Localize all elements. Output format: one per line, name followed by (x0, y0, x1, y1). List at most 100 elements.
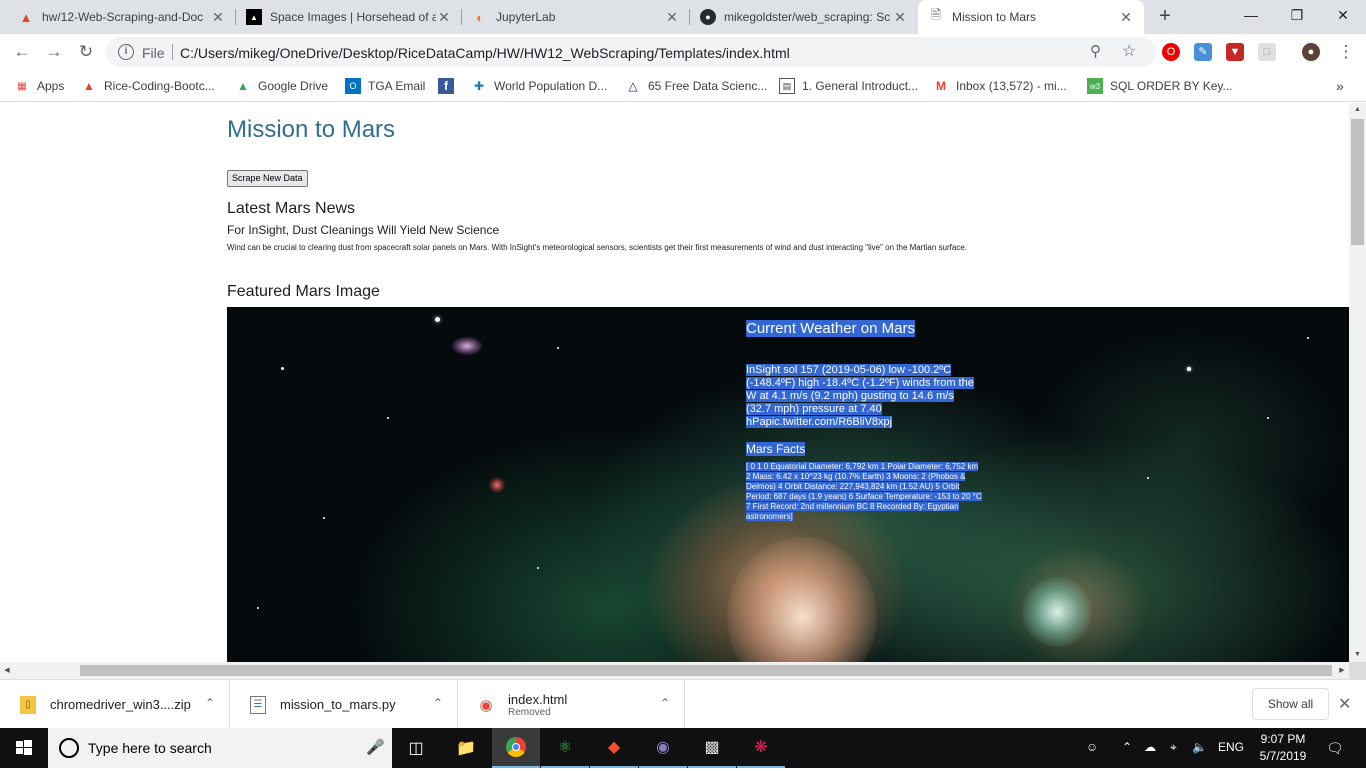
url-text[interactable]: C:/Users/mikeg/OneDrive/Desktop/RiceData… (180, 45, 790, 61)
taskbar-search[interactable]: Type here to search 🎤 (48, 728, 392, 768)
scroll-up-icon[interactable]: ▲ (1349, 103, 1366, 117)
news-heading: Latest Mars News (227, 200, 356, 217)
show-all-button[interactable]: Show all (1252, 688, 1329, 720)
slack-icon[interactable]: ❋ (737, 728, 785, 768)
terminal-icon[interactable]: ▩ (688, 728, 736, 768)
bookmark-rice-coding[interactable]: ▲ Rice-Coding-Bootc... (81, 76, 215, 96)
wifi-icon[interactable]: ⌖ (1170, 740, 1177, 755)
flask-icon: △ (628, 79, 638, 93)
forward-button[interactable]: → (42, 40, 66, 64)
cortana-icon (59, 738, 79, 758)
tab-title: Mission to Mars (952, 10, 1037, 24)
bookmark-label: SQL ORDER BY Key... (1110, 79, 1233, 93)
chevron-up-icon[interactable]: ⌃ (660, 696, 670, 710)
zoom-icon[interactable]: ⚲ (1090, 42, 1101, 60)
scrape-new-data-button[interactable]: Scrape New Data (227, 170, 308, 187)
download-item[interactable]: ☰ mission_to_mars.py ⌃ (230, 680, 458, 729)
jpl-icon: ▲ (246, 9, 262, 25)
profile-avatar[interactable]: ● (1302, 43, 1320, 61)
tab-jupyterlab[interactable]: ◐ JupyterLab ✕ (462, 0, 690, 34)
python-file-icon: ☰ (250, 695, 266, 714)
chrome-taskbar-icon[interactable] (492, 728, 540, 768)
bookmark-apps[interactable]: ▦ Apps (14, 76, 64, 96)
address-bar[interactable]: i File C:/Users/mikeg/OneDrive/Desktop/R… (106, 37, 1156, 67)
close-icon[interactable]: ✕ (1118, 9, 1134, 26)
bookmark-data-science[interactable]: △ 65 Free Data Scienc... (625, 76, 767, 96)
search-placeholder: Type here to search (88, 740, 212, 756)
extension-icon[interactable]: ✎ (1194, 43, 1212, 61)
pocket-extension-icon[interactable]: ▼ (1226, 43, 1244, 61)
tab-space-images[interactable]: ▲ Space Images | Horsehead of a ✕ (236, 0, 462, 34)
new-tab-button[interactable]: + (1153, 5, 1177, 29)
vertical-scroll-thumb[interactable] (1351, 119, 1364, 245)
chevron-up-icon[interactable]: ⌃ (1122, 740, 1132, 754)
tab-github[interactable]: ● mikegoldster/web_scraping: Sc ✕ (690, 0, 918, 34)
close-icon[interactable]: ✕ (892, 9, 908, 26)
tab-gitlab[interactable]: ▲ hw/12-Web-Scraping-and-Doc ✕ (8, 0, 236, 34)
start-button[interactable] (0, 728, 48, 768)
close-icon[interactable]: ✕ (1338, 694, 1351, 714)
close-icon[interactable]: ✕ (210, 9, 226, 26)
close-icon[interactable]: ✕ (664, 9, 680, 26)
bookmark-google-drive[interactable]: ▲ Google Drive (235, 76, 328, 96)
microphone-icon[interactable]: 🎤 (366, 738, 385, 756)
download-name: index.html (508, 691, 568, 707)
clock-time: 9:07 PM (1260, 732, 1306, 746)
maximize-button[interactable]: ❐ (1274, 0, 1320, 30)
weather-heading: Current Weather on Mars (746, 320, 915, 337)
chevron-up-icon[interactable]: ⌃ (433, 696, 443, 710)
download-name: chromedriver_win3....zip (50, 697, 191, 712)
minimize-button[interactable]: — (1228, 0, 1274, 30)
menu-icon[interactable]: ⋮ (1334, 40, 1358, 64)
chevron-up-icon[interactable]: ⌃ (205, 696, 215, 710)
download-item[interactable]: ▯ chromedriver_win3....zip ⌃ (0, 680, 230, 729)
bookmark-general-intro[interactable]: ▤ 1. General Introduct... (779, 76, 918, 96)
file-explorer-icon[interactable]: 📁 (442, 728, 490, 768)
back-button[interactable]: ← (10, 40, 34, 64)
close-window-button[interactable]: ✕ (1320, 0, 1366, 30)
task-view-icon[interactable]: ◫ (392, 728, 440, 768)
scroll-right-icon[interactable]: ▶ (1335, 662, 1349, 679)
language-indicator[interactable]: ENG (1218, 740, 1244, 754)
reload-button[interactable]: ↻ (74, 40, 98, 64)
gmail-icon: M (936, 79, 946, 93)
people-icon[interactable]: ☺ (1086, 740, 1098, 754)
download-shelf: ▯ chromedriver_win3....zip ⌃ ☰ mission_t… (0, 679, 1366, 729)
url-scheme: File (142, 45, 165, 61)
bookmark-sql-order-by[interactable]: w3 SQL ORDER BY Key... (1087, 76, 1232, 96)
bookmark-label: Google Drive (258, 79, 329, 93)
doc-icon: ▤ (779, 78, 795, 94)
opera-extension-icon[interactable]: O (1162, 43, 1180, 61)
bookmark-world-population[interactable]: ✚ World Population D... (471, 76, 607, 96)
windows-taskbar: Type here to search 🎤 ◫ 📁 ⚛ ◆ ◉ ▩ ❋ ☺ ⌃ … (0, 728, 1366, 768)
page-title: Mission to Mars (227, 116, 396, 143)
bookmark-tga-email[interactable]: O TGA Email (345, 76, 425, 96)
extension-icon[interactable]: □ (1258, 43, 1276, 61)
info-icon[interactable]: i (118, 44, 134, 60)
bookmarks-overflow-icon[interactable]: » (1336, 76, 1344, 96)
scroll-down-icon[interactable]: ▼ (1349, 648, 1366, 662)
vertical-scrollbar[interactable]: ▲ ▼ (1349, 103, 1366, 662)
notifications-icon[interactable]: 🗨 (1326, 740, 1344, 757)
divider (172, 44, 173, 60)
close-icon[interactable]: ✕ (436, 9, 452, 26)
bookmark-inbox[interactable]: M Inbox (13,572) - mi... (933, 76, 1067, 96)
volume-icon[interactable]: 🔈 (1192, 740, 1207, 754)
git-icon[interactable]: ◆ (590, 728, 638, 768)
bookmark-label: Apps (37, 79, 65, 93)
jupyter-icon: ◐ (476, 9, 484, 25)
clock-date: 5/7/2019 (1259, 749, 1307, 763)
bookmark-facebook[interactable]: f (438, 76, 461, 96)
atom-icon[interactable]: ⚛ (541, 728, 589, 768)
tab-mission-to-mars[interactable]: 🗎 Mission to Mars ✕ (918, 0, 1144, 34)
scroll-left-icon[interactable]: ◀ (0, 662, 14, 679)
onedrive-icon[interactable]: ☁ (1144, 740, 1156, 754)
clock[interactable]: 9:07 PM 5/7/2019 (1254, 731, 1312, 765)
horizontal-scroll-thumb[interactable] (80, 665, 1332, 676)
bookmark-star-icon[interactable]: ☆ (1122, 41, 1136, 61)
download-item[interactable]: ◉ index.html Removed ⌃ (458, 680, 685, 729)
windows-logo-icon (16, 740, 32, 755)
horizontal-scrollbar[interactable]: ◀ ▶ (0, 662, 1349, 679)
news-paragraph: Wind can be crucial to clearing dust fro… (227, 243, 967, 252)
github-desktop-icon[interactable]: ◉ (639, 728, 687, 768)
